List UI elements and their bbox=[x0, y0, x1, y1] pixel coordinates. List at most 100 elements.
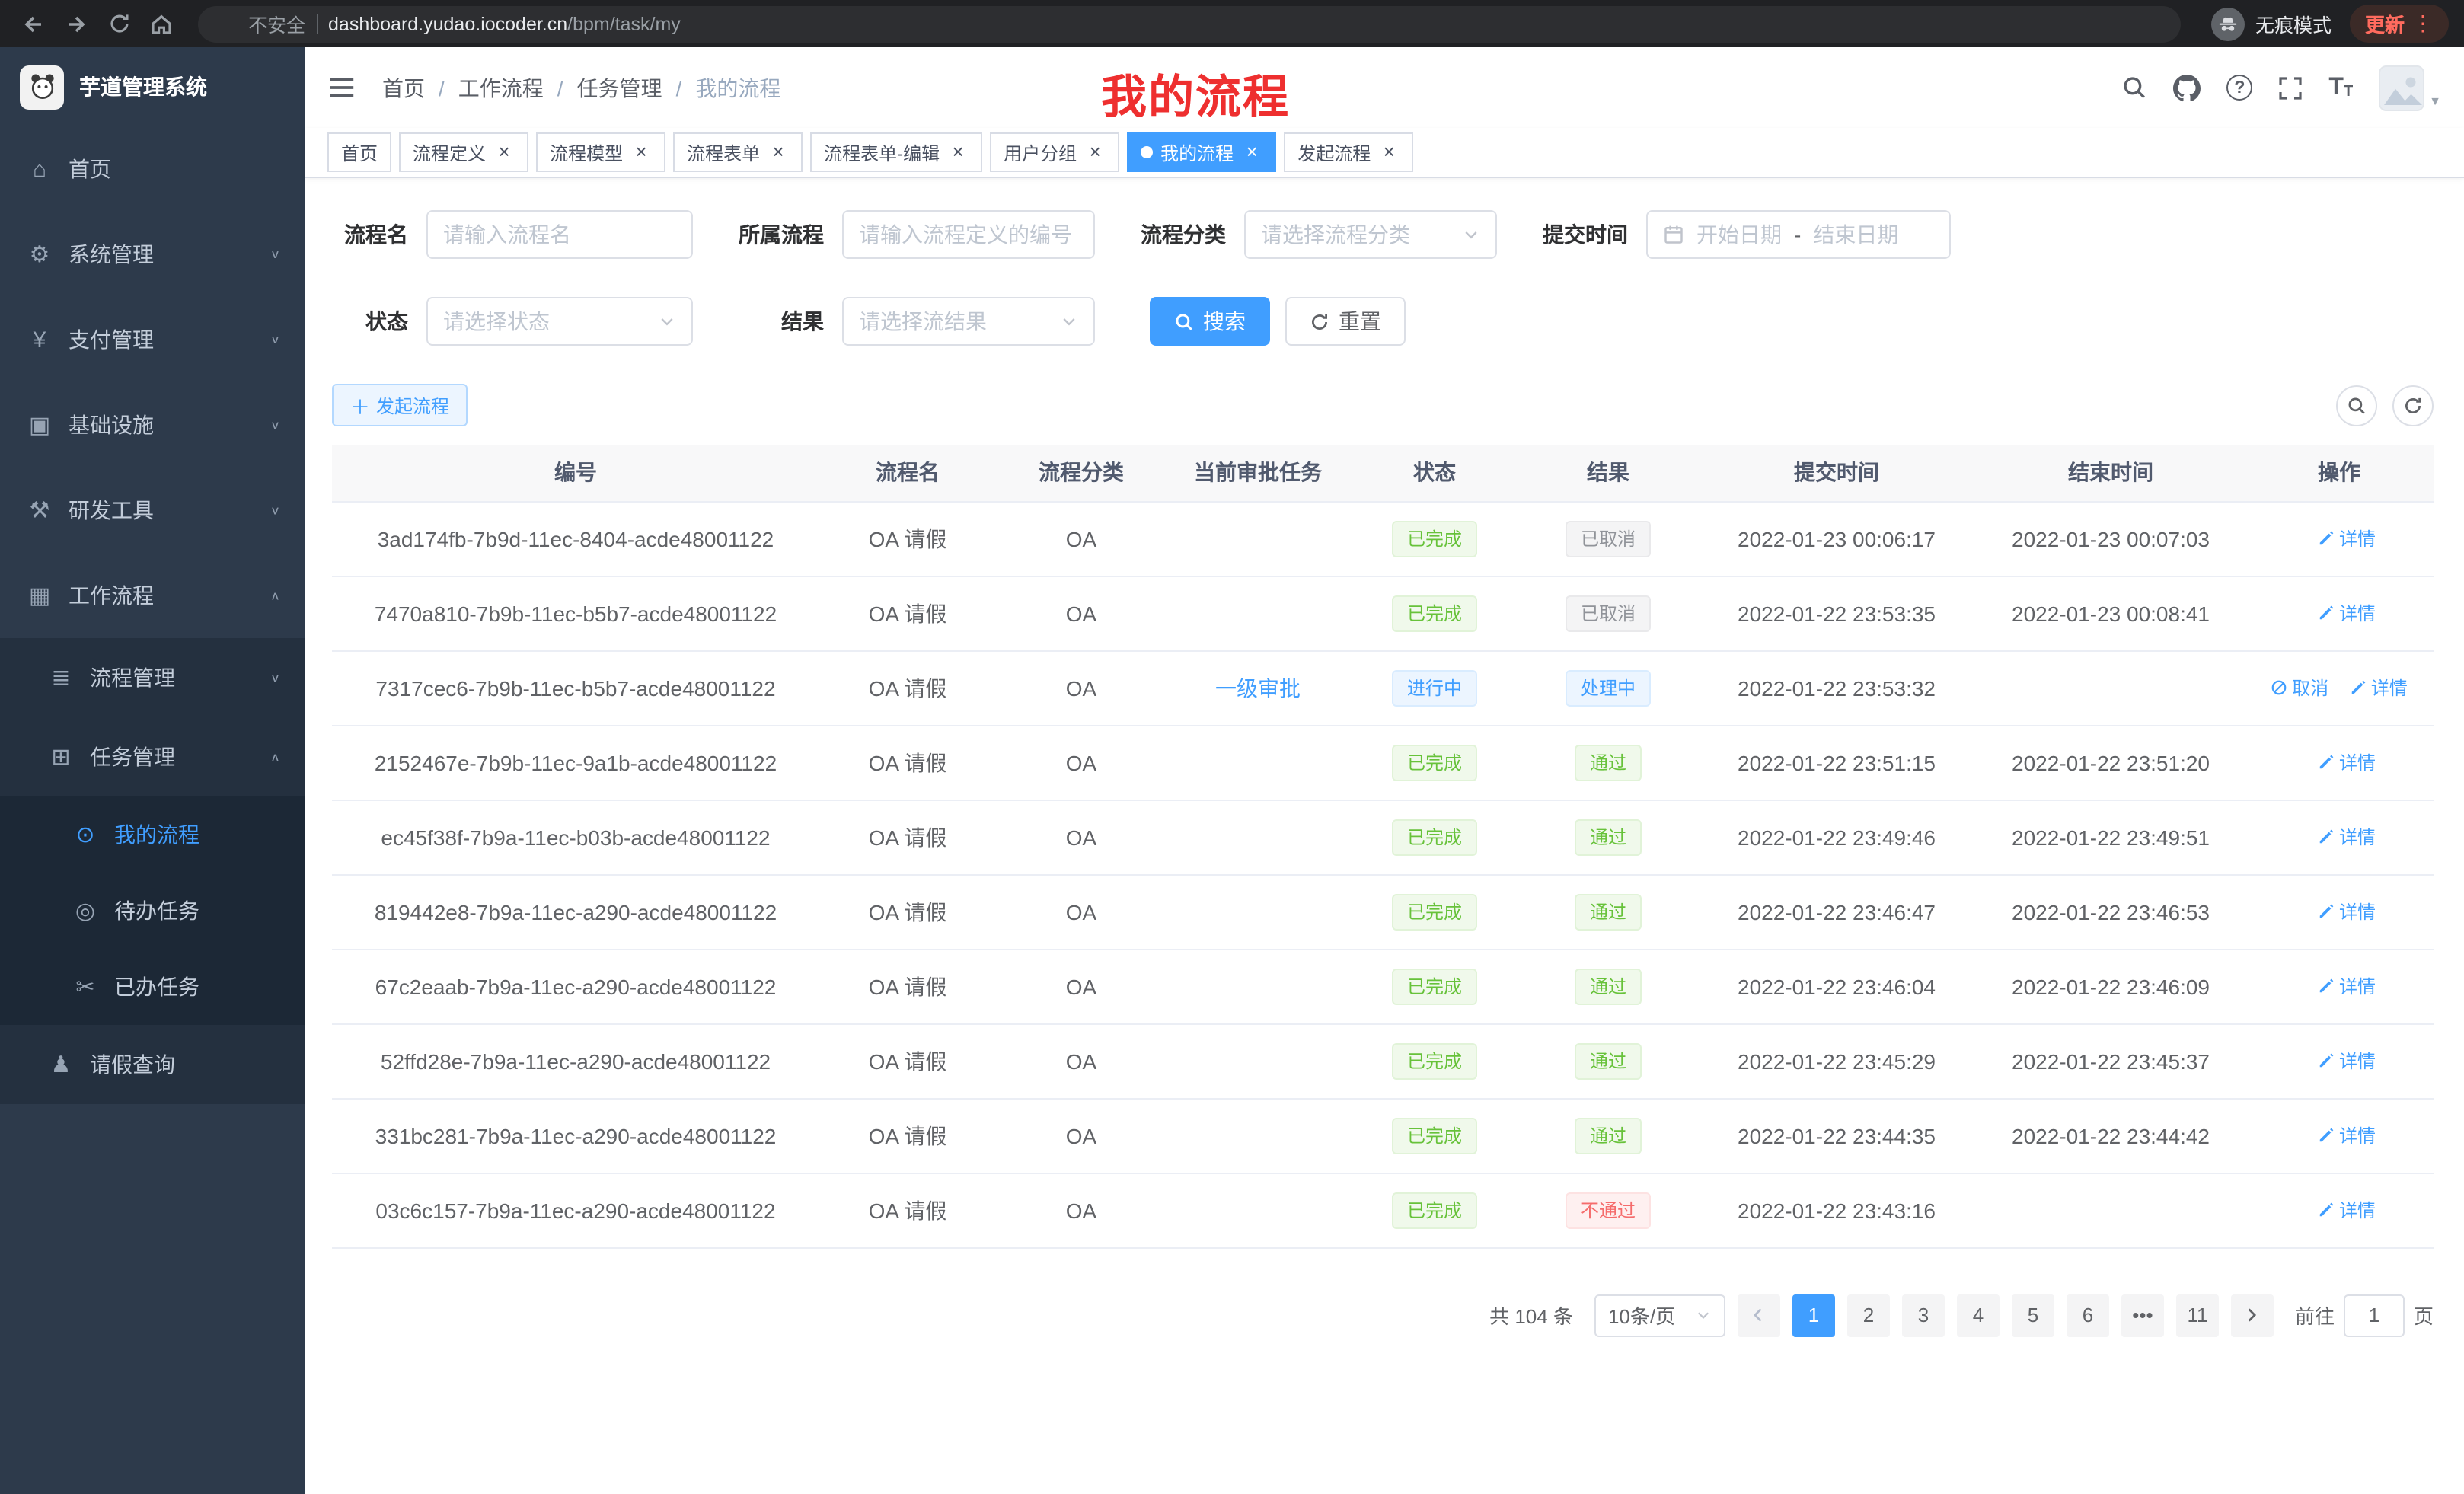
tab-close-icon[interactable]: × bbox=[493, 142, 515, 163]
table-row: 7317cec6-7b9b-11ec-b5b7-acde48001122 OA … bbox=[332, 650, 2434, 725]
tab[interactable]: 发起流程 × bbox=[1284, 132, 1413, 172]
chevron-icon: ∨ bbox=[270, 503, 280, 518]
page-number-button[interactable]: ••• bbox=[2121, 1294, 2164, 1336]
cell-end-time: 2022-01-22 23:45:37 bbox=[1977, 1023, 2245, 1098]
browser-forward-icon[interactable] bbox=[58, 5, 94, 42]
prev-page-button[interactable] bbox=[1738, 1294, 1780, 1336]
cell-current-task bbox=[1167, 800, 1349, 874]
sidebar-item[interactable]: ✂ 已办任务 bbox=[0, 949, 305, 1025]
page-size-select[interactable]: 10条/页 bbox=[1594, 1294, 1725, 1336]
sidebar-item[interactable]: ⚒ 研发工具 ∨ bbox=[0, 468, 305, 553]
tab-close-icon[interactable]: × bbox=[1378, 142, 1400, 163]
detail-link[interactable]: 详情 bbox=[2318, 749, 2376, 775]
breadcrumb-workflow[interactable]: 工作流程 bbox=[458, 72, 544, 103]
bookmark-star-icon[interactable] bbox=[2140, 12, 2162, 35]
next-page-button[interactable] bbox=[2231, 1294, 2274, 1336]
refresh-button[interactable] bbox=[2392, 385, 2434, 426]
goto-page-input[interactable] bbox=[2344, 1294, 2405, 1336]
github-icon[interactable] bbox=[2173, 74, 2201, 101]
cell-status: 已完成 bbox=[1349, 1173, 1520, 1247]
page-number-button[interactable]: 1 bbox=[1792, 1294, 1835, 1336]
user-menu[interactable]: ▼ bbox=[2379, 65, 2441, 110]
submit-time-range-input[interactable]: 开始日期 - 结束日期 bbox=[1646, 210, 1951, 259]
sidebar-item[interactable]: ≣ 流程管理 ∨ bbox=[0, 638, 305, 717]
detail-link[interactable]: 详情 bbox=[2318, 899, 2376, 924]
page-number-button[interactable]: 4 bbox=[1957, 1294, 2000, 1336]
page-number-button[interactable]: 3 bbox=[1902, 1294, 1945, 1336]
breadcrumb-home[interactable]: 首页 bbox=[382, 72, 425, 103]
tab-close-icon[interactable]: × bbox=[1241, 142, 1262, 163]
sidebar-item[interactable]: ⊙ 我的流程 bbox=[0, 796, 305, 873]
detail-link[interactable]: 详情 bbox=[2318, 824, 2376, 850]
top-navbar: 首页 / 工作流程 / 任务管理 / 我的流程 我的流程 ? bbox=[305, 47, 2464, 128]
process-def-label: 所属流程 bbox=[714, 219, 842, 250]
cell-submit-time: 2022-01-22 23:49:46 bbox=[1696, 800, 1977, 874]
tab-close-icon[interactable]: × bbox=[630, 142, 652, 163]
menu-item-label: 任务管理 bbox=[90, 742, 270, 772]
tab[interactable]: 流程表单 × bbox=[673, 132, 803, 172]
browser-reload-icon[interactable] bbox=[101, 5, 137, 42]
cell-status: 已完成 bbox=[1349, 576, 1520, 650]
tab[interactable]: 首页 × bbox=[327, 132, 391, 172]
app-logo-row[interactable]: 芋道管理系统 bbox=[0, 47, 305, 126]
search-icon[interactable] bbox=[2121, 75, 2147, 101]
sidebar-item[interactable]: ◎ 待办任务 bbox=[0, 873, 305, 949]
current-task-link[interactable]: 一级审批 bbox=[1215, 675, 1301, 700]
search-button[interactable]: 搜索 bbox=[1150, 297, 1270, 346]
process-def-input[interactable] bbox=[842, 210, 1095, 259]
browser-home-icon[interactable] bbox=[143, 5, 180, 42]
key-icon[interactable] bbox=[2106, 12, 2129, 35]
cancel-link[interactable]: 取消 bbox=[2271, 675, 2328, 701]
breadcrumb-task[interactable]: 任务管理 bbox=[577, 72, 662, 103]
sidebar-item[interactable]: ▣ 基础设施 ∨ bbox=[0, 382, 305, 468]
tab[interactable]: 流程模型 × bbox=[536, 132, 665, 172]
category-select[interactable]: 请选择流程分类 bbox=[1244, 210, 1497, 259]
page-number-button[interactable]: 5 bbox=[2012, 1294, 2054, 1336]
status-tag: 已完成 bbox=[1392, 744, 1477, 781]
cell-status: 进行中 bbox=[1349, 650, 1520, 725]
create-process-button[interactable]: ＋ 发起流程 bbox=[332, 384, 468, 426]
detail-link[interactable]: 详情 bbox=[2318, 525, 2376, 551]
sidebar-item[interactable]: ▦ 工作流程 ∧ bbox=[0, 553, 305, 638]
sidebar-item[interactable]: ¥ 支付管理 ∨ bbox=[0, 297, 305, 382]
detail-link[interactable]: 详情 bbox=[2318, 1122, 2376, 1148]
sidebar-item[interactable]: ⌂ 首页 bbox=[0, 126, 305, 212]
detail-link[interactable]: 详情 bbox=[2318, 600, 2376, 626]
tab[interactable]: 流程定义 × bbox=[399, 132, 528, 172]
tab[interactable]: 我的流程 × bbox=[1127, 132, 1276, 172]
reset-button[interactable]: 重置 bbox=[1285, 297, 1406, 346]
sidebar-toggle-icon[interactable] bbox=[327, 73, 356, 102]
cell-process-id: 03c6c157-7b9a-11ec-a290-acde48001122 bbox=[332, 1173, 819, 1247]
sidebar-item[interactable]: ♟ 请假查询 bbox=[0, 1025, 305, 1104]
font-size-icon[interactable]: TT bbox=[2328, 75, 2353, 100]
detail-link[interactable]: 详情 bbox=[2350, 675, 2408, 701]
sidebar-item[interactable]: ⚙ 系统管理 ∨ bbox=[0, 212, 305, 297]
result-select[interactable]: 请选择流结果 bbox=[842, 297, 1095, 346]
page-number-button[interactable]: 11 bbox=[2176, 1294, 2219, 1336]
sidebar-item[interactable]: ⊞ 任务管理 ∧ bbox=[0, 717, 305, 796]
fullscreen-icon[interactable] bbox=[2278, 75, 2303, 100]
detail-link[interactable]: 详情 bbox=[2318, 973, 2376, 999]
tab[interactable]: 流程表单-编辑 × bbox=[810, 132, 982, 172]
help-icon[interactable]: ? bbox=[2226, 75, 2252, 101]
tab-label: 流程模型 bbox=[550, 139, 623, 165]
status-select[interactable]: 请选择状态 bbox=[426, 297, 693, 346]
address-bar[interactable]: 不安全 dashboard.yudao.iocoder.cn/bpm/task/… bbox=[198, 5, 2181, 42]
toggle-search-button[interactable] bbox=[2336, 385, 2377, 426]
tab-close-icon[interactable]: × bbox=[947, 142, 969, 163]
menu-item-icon: ¥ bbox=[24, 327, 55, 353]
browser-back-icon[interactable] bbox=[15, 5, 52, 42]
sidebar: 芋道管理系统 ⌂ 首页 ⚙ 系统管理 ∨ bbox=[0, 47, 305, 1494]
detail-link[interactable]: 详情 bbox=[2318, 1048, 2376, 1074]
tab-close-icon[interactable]: × bbox=[768, 142, 789, 163]
page-number-button[interactable]: 6 bbox=[2067, 1294, 2109, 1336]
avatar[interactable] bbox=[2379, 65, 2424, 110]
calendar-icon bbox=[1663, 224, 1684, 245]
detail-link[interactable]: 详情 bbox=[2318, 1197, 2376, 1223]
tab[interactable]: 用户分组 × bbox=[990, 132, 1119, 172]
browser-update-button[interactable]: 更新 ⋮ bbox=[2350, 5, 2449, 43]
tab-close-icon[interactable]: × bbox=[1084, 142, 1106, 163]
page-number-button[interactable]: 2 bbox=[1847, 1294, 1890, 1336]
process-name-input[interactable] bbox=[426, 210, 693, 259]
browser-menu-icon[interactable]: ⋮ bbox=[2412, 11, 2434, 37]
